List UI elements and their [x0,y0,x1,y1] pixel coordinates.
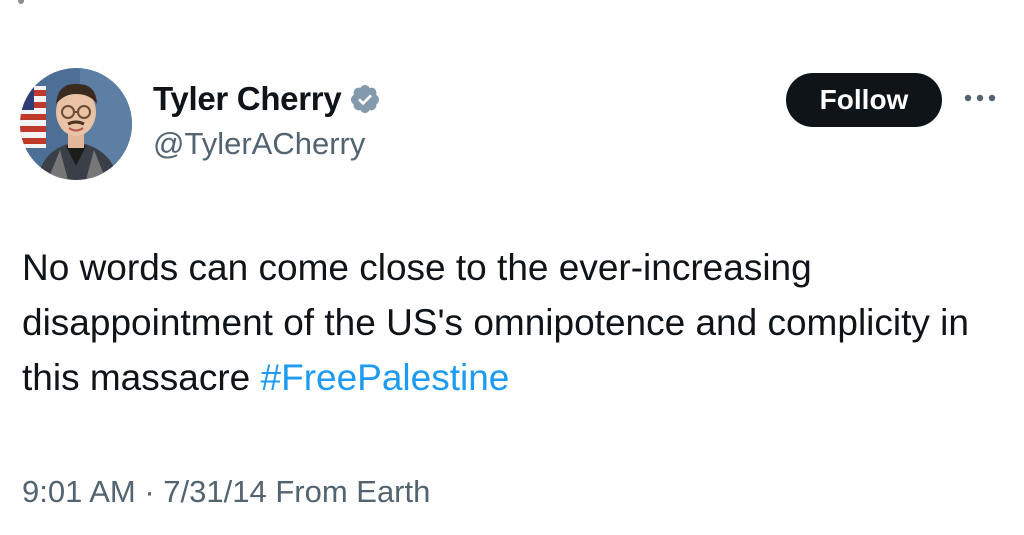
author-display-name[interactable]: Tyler Cherry [153,80,342,118]
author-handle[interactable]: @TylerACherry [153,126,365,162]
verified-badge-icon [349,83,381,115]
hashtag-link[interactable]: #FreePalestine [261,357,510,398]
scroll-edge-mark [18,0,24,4]
tweet-text: No words can come close to the ever-incr… [22,240,1002,405]
tweet-timestamp[interactable]: 9:01 AM · 7/31/14 From Earth [22,474,430,510]
author-name-row: Tyler Cherry [153,78,381,120]
avatar[interactable] [20,68,132,180]
follow-button[interactable]: Follow [786,73,942,127]
more-options-icon[interactable] [962,88,998,108]
profile-photo [20,68,132,180]
